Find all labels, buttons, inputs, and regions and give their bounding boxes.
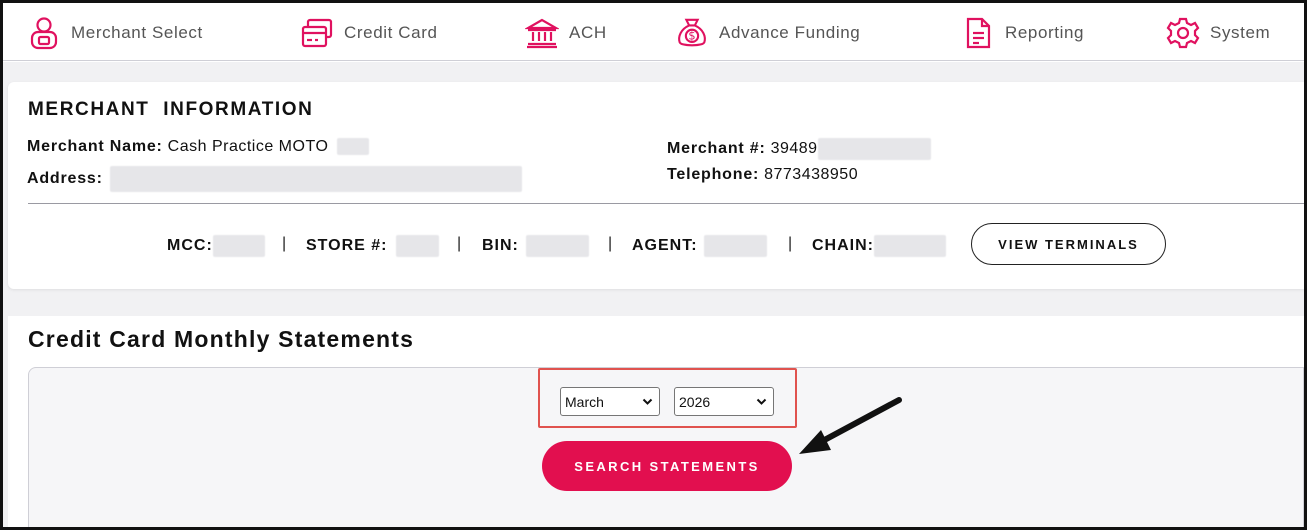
- chain-label: CHAIN:: [812, 237, 874, 254]
- bin-label: BIN:: [482, 237, 519, 254]
- merchant-info-card: MERCHANT INFORMATION Merchant Name: Cash…: [8, 82, 1304, 289]
- chevron-down-icon: [642, 395, 653, 412]
- chevron-down-icon: [756, 395, 767, 412]
- merchant-info-title: MERCHANT INFORMATION: [28, 99, 314, 120]
- merchant-meta-row: MCC: | STORE #: | BIN: | AGENT: | CHAIN:…: [8, 223, 1304, 267]
- nav-system[interactable]: System: [1166, 15, 1270, 51]
- store-field: STORE #:: [306, 235, 439, 257]
- address-label: Address:: [27, 170, 103, 188]
- nav-label: Merchant Select: [71, 23, 203, 42]
- redacted-field: [109, 166, 522, 192]
- search-statements-button[interactable]: SEARCH STATEMENTS: [542, 441, 792, 491]
- statements-title: Credit Card Monthly Statements: [28, 326, 415, 352]
- telephone-value: 8773438950: [764, 166, 859, 183]
- redacted-field: [212, 235, 265, 257]
- gear-icon: [1166, 16, 1200, 50]
- separator: |: [457, 235, 462, 252]
- nav-label: System: [1210, 23, 1271, 42]
- nav-label: Reporting: [1005, 23, 1085, 42]
- annotation-arrow-icon: [799, 397, 902, 454]
- bank-icon: [525, 16, 559, 50]
- month-select[interactable]: March: [560, 387, 660, 416]
- merchant-name-value: Cash Practice MOTO: [167, 138, 329, 155]
- redacted-field: [817, 138, 931, 160]
- address-row: Address:: [27, 166, 522, 192]
- nav-merchant-select[interactable]: Merchant Select: [27, 15, 203, 51]
- telephone-row: Telephone: 8773438950: [667, 166, 858, 184]
- agent-field: AGENT:: [632, 235, 767, 257]
- nav-label: Credit Card: [344, 23, 438, 42]
- user-lock-icon: [27, 16, 61, 50]
- merchant-name-label: Merchant Name:: [27, 138, 163, 155]
- separator: |: [282, 235, 287, 252]
- nav-label: Advance Funding: [719, 23, 861, 42]
- separator: |: [788, 235, 793, 252]
- nav-ach[interactable]: ACH: [525, 15, 607, 51]
- nav-reporting[interactable]: Reporting: [961, 15, 1084, 51]
- redacted-field: [395, 235, 439, 257]
- bin-field: BIN:: [482, 235, 589, 257]
- year-select-value: 2026: [679, 393, 711, 410]
- view-terminals-button[interactable]: VIEW TERMINALS: [971, 223, 1166, 265]
- agent-label: AGENT:: [632, 237, 698, 254]
- store-label: STORE #:: [306, 237, 388, 254]
- merchant-number-value: 39489: [770, 140, 818, 158]
- separator: |: [608, 235, 613, 252]
- top-navigation: Merchant Select Credit Card ACH $ Advanc…: [3, 3, 1304, 61]
- document-icon: [961, 16, 995, 50]
- merchant-number-row: Merchant #: 39489: [667, 138, 931, 160]
- money-bag-icon: $: [675, 16, 709, 50]
- redacted-field: [874, 235, 946, 257]
- credit-card-icon: [300, 16, 334, 50]
- redacted-field: [703, 235, 767, 257]
- chain-field: CHAIN:: [812, 235, 946, 257]
- merchant-name-row: Merchant Name: Cash Practice MOTO: [27, 138, 370, 156]
- merchant-number-label: Merchant #:: [667, 140, 766, 158]
- redacted-field: [525, 235, 589, 257]
- divider: [28, 203, 1304, 204]
- telephone-label: Telephone:: [667, 166, 760, 183]
- year-select[interactable]: 2026: [674, 387, 774, 416]
- nav-credit-card[interactable]: Credit Card: [300, 15, 438, 51]
- month-select-value: March: [565, 393, 604, 410]
- mcc-field: MCC:: [167, 235, 265, 257]
- nav-label: ACH: [569, 23, 607, 42]
- mcc-label: MCC:: [167, 237, 213, 254]
- redacted-field: [337, 138, 370, 156]
- nav-advance-funding[interactable]: $ Advance Funding: [675, 15, 860, 51]
